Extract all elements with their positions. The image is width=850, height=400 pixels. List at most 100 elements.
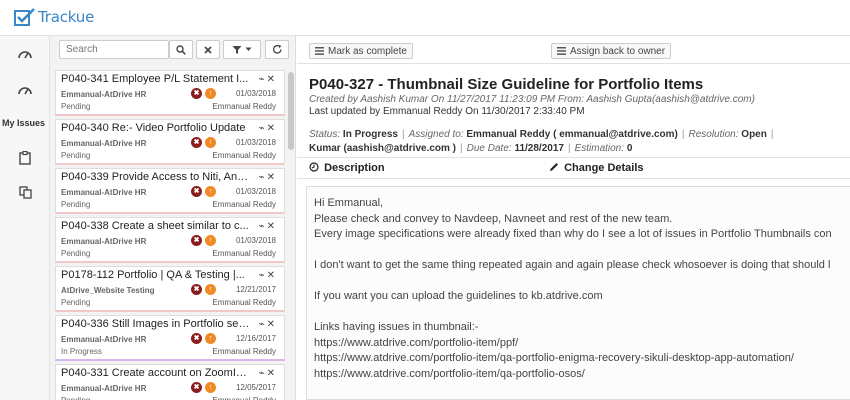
estimation-key: Estimation: xyxy=(574,143,625,154)
issue-item-assignee: Emmanual Reddy xyxy=(212,249,276,258)
issue-list-item[interactable]: P040-336 Still Images in Portfolio sec..… xyxy=(55,315,285,361)
issue-item-org: Emmanual-AtDrive HR xyxy=(61,384,147,393)
nav-my-issues[interactable] xyxy=(0,80,50,100)
priority-up-icon: ↑ xyxy=(205,235,216,246)
issue-item-status: In Progress xyxy=(61,347,102,356)
rss-icon[interactable]: ⌁ xyxy=(259,74,267,85)
close-icon[interactable]: ✕ xyxy=(267,123,277,134)
dashboard-icon xyxy=(18,51,32,59)
gauge-icon xyxy=(18,87,32,95)
rss-icon[interactable]: ⌁ xyxy=(259,172,267,183)
priority-up-icon: ↑ xyxy=(205,333,216,344)
priority-x-icon: ✖ xyxy=(191,284,202,295)
priority-up-icon: ↑ xyxy=(205,88,216,99)
nav-my-issues-label[interactable]: My Issues xyxy=(0,118,50,128)
tab-change-details-label: Change Details xyxy=(564,162,644,174)
list-scrollbar[interactable] xyxy=(288,72,294,150)
issue-item-title: P040-341 Employee P/L Statement I... xyxy=(61,73,249,85)
description-line: https://www.atdrive.com/portfolio-item/q… xyxy=(314,367,585,380)
issue-item-title: P0178-112 Portfolio | QA & Testing |... xyxy=(61,269,245,281)
resolution-value: Open xyxy=(741,129,767,140)
rss-icon[interactable]: ⌁ xyxy=(259,123,267,134)
issue-list-item[interactable]: P040-338 Create a sheet similar to c... ⌁… xyxy=(55,217,285,263)
logo-check-icon xyxy=(14,8,35,26)
app-logo[interactable]: Trackue xyxy=(14,7,94,27)
pencil-icon xyxy=(550,163,558,171)
filter-dropdown[interactable] xyxy=(223,40,261,59)
issue-item-status: Pending xyxy=(61,249,91,258)
nav-clipboard[interactable] xyxy=(0,148,50,168)
close-icon[interactable]: ✕ xyxy=(267,74,277,85)
issue-item-org: Emmanual-AtDrive HR xyxy=(61,90,147,99)
issue-list-item[interactable]: P0178-112 Portfolio | QA & Testing |... ⌁… xyxy=(55,266,285,312)
issue-created-meta: Created by Aashish Kumar On 11/27/2017 1… xyxy=(309,94,755,105)
issue-list-item[interactable]: P040-339 Provide Access to Niti, Anc... ⌁… xyxy=(55,168,285,214)
issue-item-title: P040-340 Re:- Video Portfolio Update xyxy=(61,122,246,134)
rss-icon[interactable]: ⌁ xyxy=(259,319,267,330)
top-bar: Trackue xyxy=(0,0,850,36)
chevron-down-icon xyxy=(245,47,252,51)
assigned-key: Assigned to: xyxy=(408,129,464,140)
issue-item-status: Pending xyxy=(61,151,91,160)
close-icon[interactable]: ✕ xyxy=(267,368,277,379)
issue-item-date: 12/05/2017 xyxy=(235,383,276,392)
description-line: https://www.atdrive.com/portfolio-item/q… xyxy=(314,352,794,364)
clock-icon xyxy=(309,162,319,172)
search-button[interactable] xyxy=(169,40,193,59)
close-icon[interactable]: ✕ xyxy=(267,319,277,330)
clipboard-icon xyxy=(19,151,31,165)
close-icon[interactable]: ✕ xyxy=(267,270,277,281)
issue-item-date: 01/03/2018 xyxy=(235,187,276,196)
list-icon xyxy=(557,47,566,55)
list-icon xyxy=(315,47,324,55)
copy-icon xyxy=(18,185,32,199)
clear-search-button[interactable] xyxy=(196,40,220,59)
description-line: Every image specifications were already … xyxy=(314,228,832,240)
issue-item-org: Emmanual-AtDrive HR xyxy=(61,139,147,148)
issue-list-item[interactable]: P040-340 Re:- Video Portfolio Update ⌁✕ Em… xyxy=(55,119,285,165)
issue-item-actions: ⌁✕ xyxy=(259,172,277,183)
issue-item-org: Emmanual-AtDrive HR xyxy=(61,188,147,197)
mark-complete-label: Mark as complete xyxy=(328,45,407,57)
rss-icon[interactable]: ⌁ xyxy=(259,270,267,281)
issue-item-actions: ⌁✕ xyxy=(259,123,277,134)
rss-icon[interactable]: ⌁ xyxy=(259,221,267,232)
issue-item-status: Pending xyxy=(61,298,91,307)
close-icon[interactable]: ✕ xyxy=(267,221,277,232)
tab-description[interactable]: Description xyxy=(309,162,385,174)
close-icon[interactable]: ✕ xyxy=(267,172,277,183)
description-line: Links having issues in thumbnail:- xyxy=(314,321,479,333)
issue-list-item[interactable]: P040-331 Create account on ZoomInfo ⌁✕ Emm… xyxy=(55,364,285,400)
priority-x-icon: ✖ xyxy=(191,137,202,148)
description-line: Please check and convey to Navdeep, Navn… xyxy=(314,212,673,225)
mark-complete-button[interactable]: Mark as complete xyxy=(309,43,413,59)
assign-back-button[interactable]: Assign back to owner xyxy=(551,43,672,59)
issue-item-status: Pending xyxy=(61,396,90,400)
props-line-1: Status: In Progress | Assigned to: Emmanua… xyxy=(309,129,774,140)
due-value: 11/28/2017 xyxy=(514,143,564,154)
priority-x-icon: ✖ xyxy=(191,186,202,197)
issue-item-assignee: Emmanual Reddy xyxy=(212,200,276,209)
issue-item-assignee: Emmanual Reddy xyxy=(212,102,276,111)
issue-item-actions: ⌁✕ xyxy=(259,270,277,281)
issue-item-date: 01/03/2018 xyxy=(235,236,276,245)
priority-up-icon: ↑ xyxy=(205,186,216,197)
tab-change-details[interactable]: Change Details xyxy=(549,162,644,174)
issue-item-date: 12/21/2017 xyxy=(235,285,276,294)
issue-list-item[interactable]: P040-341 Employee P/L Statement I... ⌁✕ Em… xyxy=(55,70,285,116)
close-icon xyxy=(204,45,212,54)
resolution-key: Resolution: xyxy=(688,129,739,140)
nav-copy[interactable] xyxy=(0,182,50,202)
priority-up-icon: ↑ xyxy=(205,137,216,148)
detail-toolbar: Mark as complete Assign back to owner xyxy=(297,36,850,64)
estimation-value: 0 xyxy=(626,143,633,154)
refresh-button[interactable] xyxy=(265,40,289,59)
search-icon xyxy=(176,44,186,55)
issue-item-assignee: Emmanual Reddy xyxy=(212,396,276,400)
issue-item-actions: ⌁✕ xyxy=(259,74,277,85)
issue-item-org: AtDrive_Website Testing xyxy=(61,286,155,295)
nav-dashboard[interactable] xyxy=(0,44,50,64)
issue-detail-panel: Mark as complete Assign back to owner P0… xyxy=(297,36,850,400)
search-input[interactable] xyxy=(59,40,169,59)
rss-icon[interactable]: ⌁ xyxy=(259,368,267,379)
